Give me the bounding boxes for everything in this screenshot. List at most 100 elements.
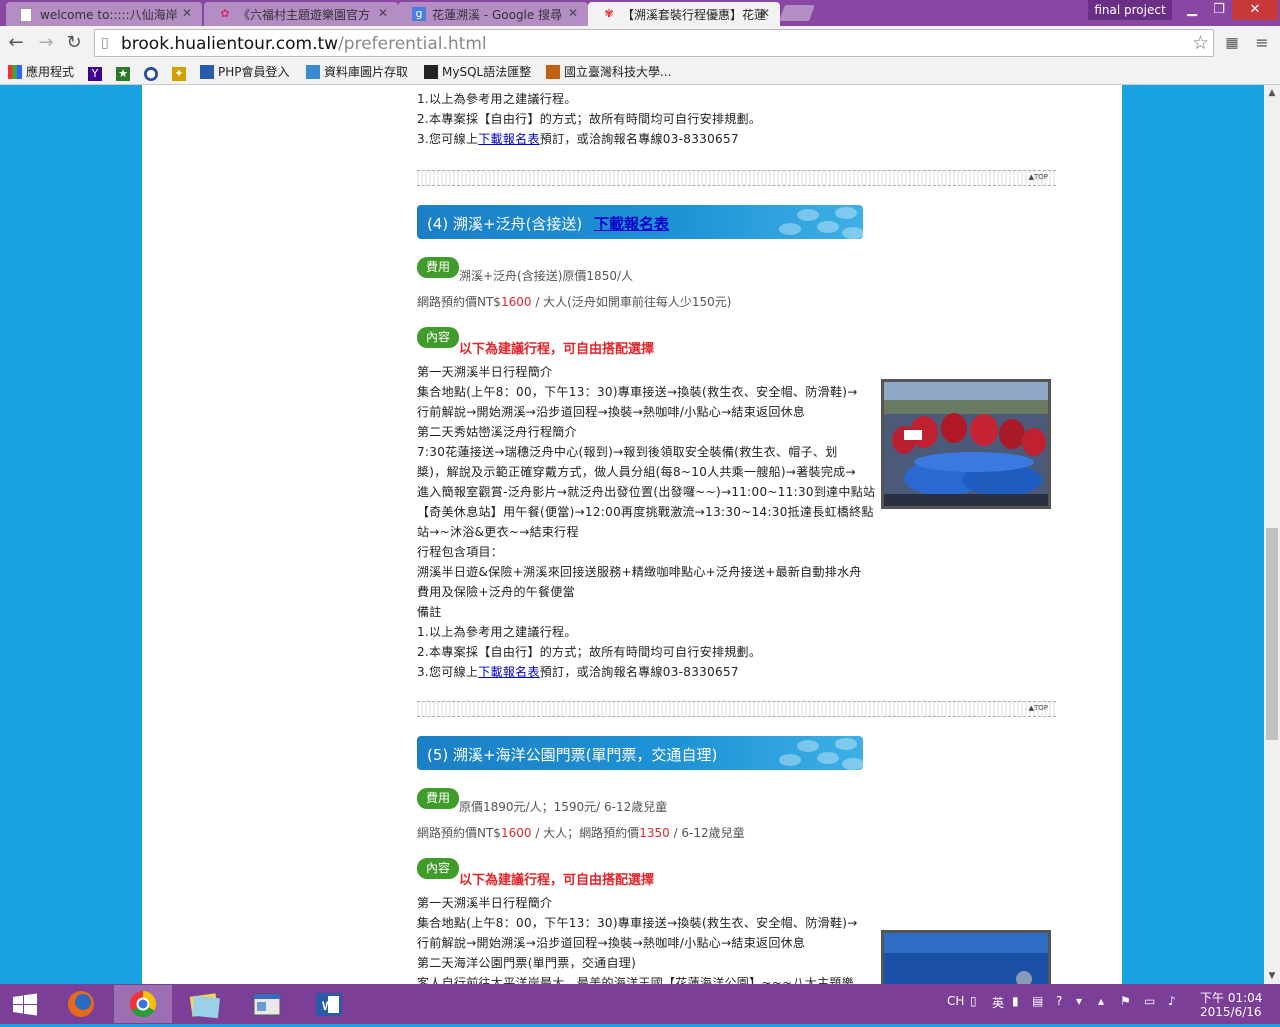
download-form-link[interactable]: 下載報名表: [478, 665, 540, 679]
download-form-link[interactable]: 下載報名表: [478, 132, 540, 146]
itinerary-line: 進入簡報室觀賞-泛舟影片→就泛舟出發位置(出發囉~~)→11:00~11:30到…: [417, 485, 876, 499]
close-window-button[interactable]: ✕: [1232, 0, 1278, 20]
chrome-icon[interactable]: [114, 985, 172, 1023]
tab-title: welcome to:::::八仙海岸: [40, 8, 178, 22]
ime-width-icon[interactable]: ▮: [1012, 994, 1019, 1008]
input-language[interactable]: CH: [947, 994, 964, 1008]
folder-icon: [306, 65, 320, 79]
apps-icon: [8, 65, 22, 79]
leaf-decoration: [817, 752, 839, 764]
rafting-photo: [881, 379, 1051, 509]
itinerary-line: 客人自行前往太平洋岸最大、最美的海洋王國【花蓮海洋公園】~~~八大主題樂: [417, 976, 854, 984]
tray-overflow-icon[interactable]: ▾: [1076, 994, 1082, 1008]
leaf-decoration: [817, 221, 839, 233]
bookmark-label: PHP會員登入: [218, 65, 290, 79]
forward-button[interactable]: →: [34, 31, 58, 55]
leaf-decoration: [779, 754, 801, 766]
action-center-icon[interactable]: ⚑: [1120, 994, 1131, 1008]
page-icon: ▯: [101, 35, 109, 51]
itinerary-line: 行前解說→開始溯溪→沿步道回程→換裝→熱咖啡/小點心→結束返回休息: [417, 936, 806, 950]
leaf-decoration: [797, 740, 819, 752]
word-icon[interactable]: W: [300, 985, 358, 1023]
back-to-top-link[interactable]: ▲TOP: [1029, 173, 1048, 181]
reload-button[interactable]: ↻: [62, 31, 86, 55]
ime-icon[interactable]: ▯: [970, 994, 977, 1008]
windows-taskbar: W CH ▯ 英 ▮ ▤ ? ▾ ▴ ⚑ ▭ ♪ 下午 01:04 2015/6…: [0, 984, 1280, 1024]
fee-badge: 費用: [417, 788, 459, 809]
tab-google[interactable]: g 花蓮溯溪 - Google 搜尋 ✕: [398, 2, 588, 26]
download-form-link[interactable]: 下載報名表: [594, 213, 669, 234]
bookmark-mysql[interactable]: MySQL語法匯整: [424, 63, 531, 80]
scroll-up-icon[interactable]: ▲: [1264, 85, 1280, 101]
fee-text: 原價1890元/人；1590元/ 6-12歲兒童: [459, 800, 668, 814]
extension-icon[interactable]: ▦: [1220, 31, 1244, 55]
bookmark-yahoo[interactable]: Y: [88, 63, 106, 81]
scroll-down-icon[interactable]: ▼: [1264, 968, 1280, 984]
bookmark-label: 國立臺灣科技大學...: [564, 65, 672, 79]
text-line: 1.以上為參考用之建議行程。: [417, 92, 577, 106]
bookmark-2[interactable]: ●: [144, 63, 162, 81]
bookmark-label: 應用程式: [26, 65, 75, 79]
itinerary-line: 溯溪半日遊&保險+溯溪來回接送服務+精緻咖啡點心+泛舟接送+最新自動排水舟: [417, 565, 862, 579]
itinerary-line: 【奇美休息站】用午餐(便當)→12:00再度挑戰激流→13:30~14:30抵達…: [417, 505, 874, 519]
profile-badge[interactable]: final project: [1088, 0, 1172, 20]
itinerary-line: 7:30花蓮接送→瑞穗泛舟中心(報到)→報到後領取安全裝備(救生衣、帽子、划: [417, 445, 838, 459]
text-line: 2.本專案採【自由行】的方式；故所有時間均可自行安排規劃。: [417, 112, 762, 126]
itinerary-line: 第一天溯溪半日行程簡介: [417, 365, 553, 379]
page-scrollbar[interactable]: ▲ ▼: [1264, 85, 1280, 984]
price-value: 1600: [500, 826, 532, 840]
leaf-decoration: [779, 223, 801, 235]
itinerary-highlight: 以下為建議行程，可自由搭配選擇: [459, 873, 655, 888]
back-to-top-link[interactable]: ▲TOP: [1029, 704, 1048, 712]
tab-leofoo[interactable]: ✿ 《六福村主題遊樂園官方 ✕: [204, 2, 398, 26]
itinerary-line: 1.以上為參考用之建議行程。: [417, 625, 577, 639]
show-hidden-icons-icon[interactable]: ▴: [1098, 994, 1104, 1008]
bookmark-1[interactable]: ★: [116, 63, 134, 81]
bookmark-icon: ★: [116, 67, 130, 81]
address-bar[interactable]: ▯ brook.hualientour.com.tw/preferential.…: [94, 29, 1214, 57]
flower-icon: ✾: [604, 7, 614, 20]
network-icon[interactable]: ▭: [1144, 994, 1155, 1008]
scrollbar-thumb[interactable]: [1266, 528, 1278, 740]
back-button[interactable]: ←: [4, 31, 28, 55]
firefox-icon[interactable]: [52, 985, 110, 1023]
ocean-park-photo-image: [884, 933, 1048, 984]
close-icon[interactable]: ✕: [568, 6, 578, 20]
minimize-button[interactable]: ▁: [1178, 0, 1206, 20]
leaf-decoration: [842, 758, 863, 770]
close-icon[interactable]: ✕: [378, 6, 388, 20]
close-icon[interactable]: ✕: [182, 6, 192, 20]
clock-time[interactable]: 下午 01:04: [1200, 989, 1262, 1006]
new-tab-button[interactable]: [779, 5, 815, 21]
file-explorer-icon[interactable]: [176, 985, 234, 1023]
bookmark-db[interactable]: 資料庫圖片存取: [306, 63, 408, 80]
text: 3.您可線上: [417, 132, 479, 146]
bookmark-ntust[interactable]: 國立臺灣科技大學...: [546, 63, 671, 80]
help-icon[interactable]: ?: [1056, 994, 1062, 1008]
notepad-icon[interactable]: [238, 985, 296, 1023]
tab-brook[interactable]: ✾ 【溯溪套裝行程優惠】花蓮 ✕: [588, 2, 780, 26]
itinerary-line: 備註: [417, 605, 442, 619]
page-icon: [20, 8, 32, 22]
windows-start-icon[interactable]: [0, 985, 50, 1023]
bookmark-icon: ●: [144, 67, 158, 81]
itinerary-line: 集合地點(上午8：00，下午13：30)專車接送→換裝(救生衣、安全帽、防滑鞋)…: [417, 385, 858, 399]
svg-text:W: W: [322, 999, 334, 1013]
bookmark-3[interactable]: ✦: [172, 63, 190, 81]
ime-mode-icon[interactable]: 英: [992, 994, 1004, 1011]
section-title: (5) 溯溪+海洋公園門票(單門票，交通自理): [427, 746, 718, 764]
maximize-button[interactable]: ❐: [1206, 0, 1232, 20]
price-value: 1600: [500, 295, 532, 309]
volume-icon[interactable]: ♪: [1168, 994, 1176, 1008]
menu-icon[interactable]: ≡: [1250, 31, 1274, 55]
page-viewport: 1.以上為參考用之建議行程。 2.本專案採【自由行】的方式；故所有時間均可自行安…: [0, 85, 1264, 984]
content-badge: 內容: [417, 858, 459, 879]
bookmark-php[interactable]: PHP會員登入: [200, 63, 290, 80]
itinerary-line: 集合地點(上午8：00，下午13：30)專車接送→換裝(救生衣、安全帽、防滑鞋)…: [417, 916, 858, 930]
star-icon[interactable]: ☆: [1192, 32, 1209, 54]
clock-date[interactable]: 2015/6/16: [1200, 1005, 1262, 1019]
bookmark-apps[interactable]: 應用程式: [8, 63, 74, 80]
close-icon[interactable]: ✕: [760, 6, 770, 20]
ime-settings-icon[interactable]: ▤: [1032, 994, 1043, 1008]
tab-welcome[interactable]: welcome to:::::八仙海岸 ✕: [6, 2, 202, 26]
